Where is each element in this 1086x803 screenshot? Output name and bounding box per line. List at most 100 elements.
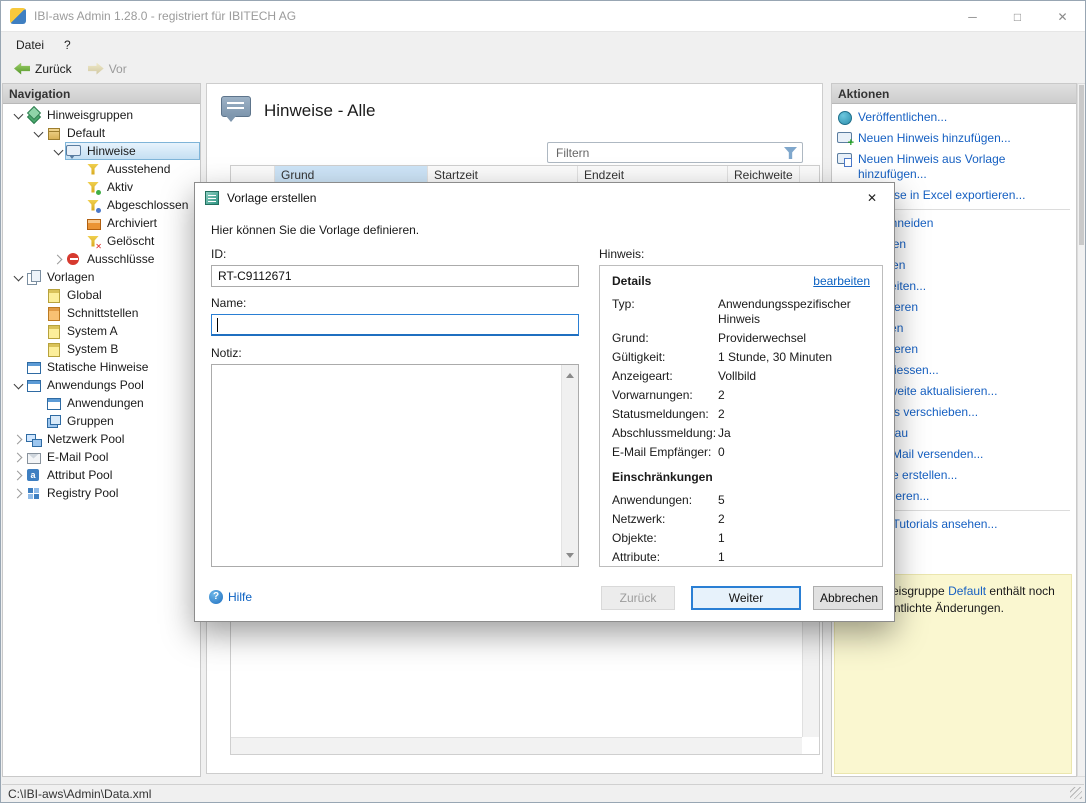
collapsed-chevron-icon[interactable]	[11, 486, 25, 500]
back-label: Zurück	[35, 62, 72, 76]
dialog-close-button[interactable]: ✕	[850, 183, 894, 213]
detail-value: Providerwechsel	[718, 331, 870, 346]
action-label: Veröffentlichen...	[858, 110, 1072, 125]
detail-label: Anwendungen:	[612, 493, 718, 508]
app-pool-icon	[26, 378, 41, 393]
id-input[interactable]	[211, 265, 579, 287]
right-scrollbar[interactable]	[1077, 83, 1086, 777]
close-button[interactable]: ✕	[1040, 1, 1085, 32]
expanded-chevron-icon[interactable]	[11, 378, 25, 392]
notiz-textarea[interactable]	[211, 364, 579, 567]
expanded-chevron-icon[interactable]	[11, 270, 25, 284]
detail-label: E-Mail Empfänger:	[612, 445, 718, 460]
tree-item-label: Aktiv	[104, 180, 136, 194]
chevron-spacer	[71, 180, 85, 194]
nav-tree: HinweisgruppenDefaultHinweiseAusstehend A…	[3, 106, 200, 502]
tree-item-gruppen[interactable]: Gruppen	[3, 412, 200, 430]
tree-item-statische-hinweise[interactable]: Statische Hinweise	[3, 358, 200, 376]
speech-icon	[66, 144, 81, 159]
tree-item-label: Abgeschlossen	[104, 198, 191, 212]
tree-item-global[interactable]: Global	[3, 286, 200, 304]
tree-item-archiviert[interactable]: Archiviert	[3, 214, 200, 232]
tree-item-schnittstellen[interactable]: Schnittstellen	[3, 304, 200, 322]
detail-row-attribute: Attribute:1	[612, 550, 870, 565]
tree-item-registry-pool[interactable]: Registry Pool	[3, 484, 200, 502]
expanded-chevron-icon[interactable]	[51, 144, 65, 158]
action-neuen-hinweis-hinzufügen[interactable]: Neuen Hinweis hinzufügen...	[832, 128, 1076, 149]
chevron-spacer	[31, 288, 45, 302]
expanded-chevron-icon[interactable]	[31, 126, 45, 140]
einschraenkungen-header: Einschränkungen	[612, 470, 870, 484]
titlebar: IBI-aws Admin 1.28.0 - registriert für I…	[1, 1, 1085, 32]
weiter-button[interactable]: Weiter	[691, 586, 801, 610]
tree-item-system-b[interactable]: System B	[3, 340, 200, 358]
filter-pending-icon	[86, 162, 101, 177]
tree-item-abgeschlossen[interactable]: Abgeschlossen	[3, 196, 200, 214]
detail-label: Attribute:	[612, 550, 718, 565]
tree-item-attribut-pool[interactable]: Attribut Pool	[3, 466, 200, 484]
detail-value: 5	[718, 493, 870, 508]
name-input[interactable]	[211, 314, 579, 336]
collapsed-chevron-icon[interactable]	[11, 468, 25, 482]
text-caret	[217, 318, 218, 332]
detail-label: Gültigkeit:	[612, 350, 718, 365]
detail-value: 2	[718, 512, 870, 527]
chevron-spacer	[31, 342, 45, 356]
menu-help[interactable]: ?	[54, 35, 81, 55]
forward-button[interactable]: Vor	[80, 59, 135, 79]
zurueck-button[interactable]: Zurück	[601, 586, 675, 610]
exclusion-icon	[66, 252, 81, 267]
tree-item-hinweisgruppen[interactable]: Hinweisgruppen	[3, 106, 200, 124]
tree-item-anwendungs-pool[interactable]: Anwendungs Pool	[3, 376, 200, 394]
tree-item-gelöscht[interactable]: Gelöscht	[3, 232, 200, 250]
detail-value: Ja	[718, 426, 870, 441]
help-link[interactable]: Hilfe	[209, 590, 252, 604]
detail-value: Anwendungsspezifischer Hinweis	[718, 297, 870, 327]
collapsed-chevron-icon[interactable]	[11, 432, 25, 446]
note-default-link[interactable]: Default	[948, 584, 986, 598]
scroll-up-icon[interactable]	[566, 369, 574, 378]
detail-value: 2	[718, 407, 870, 422]
bearbeiten-link[interactable]: bearbeiten	[813, 274, 870, 288]
tree-item-ausstehend[interactable]: Ausstehend	[3, 160, 200, 178]
tree-item-anwendungen[interactable]: Anwendungen	[3, 394, 200, 412]
tree-item-system-a[interactable]: System A	[3, 322, 200, 340]
collapsed-chevron-icon[interactable]	[11, 450, 25, 464]
right-scrollbar-thumb[interactable]	[1079, 85, 1084, 245]
tree-item-netzwerk-pool[interactable]: Netzwerk Pool	[3, 430, 200, 448]
collapsed-chevron-icon[interactable]	[51, 252, 65, 266]
groups-layered-icon	[46, 414, 61, 429]
filter-input[interactable]	[548, 143, 778, 162]
resize-grip[interactable]	[1070, 787, 1082, 799]
action-veröffentlichen[interactable]: Veröffentlichen...	[832, 107, 1076, 128]
minimize-button[interactable]: ─	[950, 1, 995, 32]
notepad-orange-icon	[46, 306, 61, 321]
details-head-row: Details bearbeiten	[612, 274, 870, 288]
chevron-spacer	[31, 324, 45, 338]
tree-item-aktiv[interactable]: Aktiv	[3, 178, 200, 196]
details-box: Details bearbeiten Typ:Anwendungsspezifi…	[599, 265, 883, 567]
tree-item-ausschlüsse[interactable]: Ausschlüsse	[3, 250, 200, 268]
tree-item-label: System A	[64, 324, 121, 338]
detail-value: 2	[718, 388, 870, 403]
tree-item-e-mail-pool[interactable]: E-Mail Pool	[3, 448, 200, 466]
tree-item-hinweise[interactable]: Hinweise	[3, 142, 200, 160]
abbrechen-button[interactable]: Abbrechen	[813, 586, 883, 610]
expanded-chevron-icon[interactable]	[11, 108, 25, 122]
tree-item-vorlagen[interactable]: Vorlagen	[3, 268, 200, 286]
add-hint-template-icon	[837, 152, 852, 167]
notiz-scrollbar[interactable]	[561, 365, 578, 566]
menu-datei[interactable]: Datei	[6, 35, 54, 55]
maximize-button[interactable]: □	[995, 1, 1040, 32]
filter-funnel-icon[interactable]	[784, 147, 797, 159]
scroll-down-icon[interactable]	[566, 553, 574, 562]
page-title: Hinweise - Alle	[264, 101, 376, 121]
table-horizontal-scrollbar[interactable]	[231, 737, 802, 754]
tree-item-label: Gelöscht	[104, 234, 157, 248]
chevron-spacer	[11, 360, 25, 374]
tree-item-label: Schnittstellen	[64, 306, 141, 320]
action-neuen-hinweis-aus-vorlage-hinzufügen[interactable]: Neuen Hinweis aus Vorlage hinzufügen...	[832, 149, 1076, 185]
back-button[interactable]: Zurück	[6, 59, 80, 79]
tree-item-label: Attribut Pool	[44, 468, 115, 482]
tree-item-default[interactable]: Default	[3, 124, 200, 142]
